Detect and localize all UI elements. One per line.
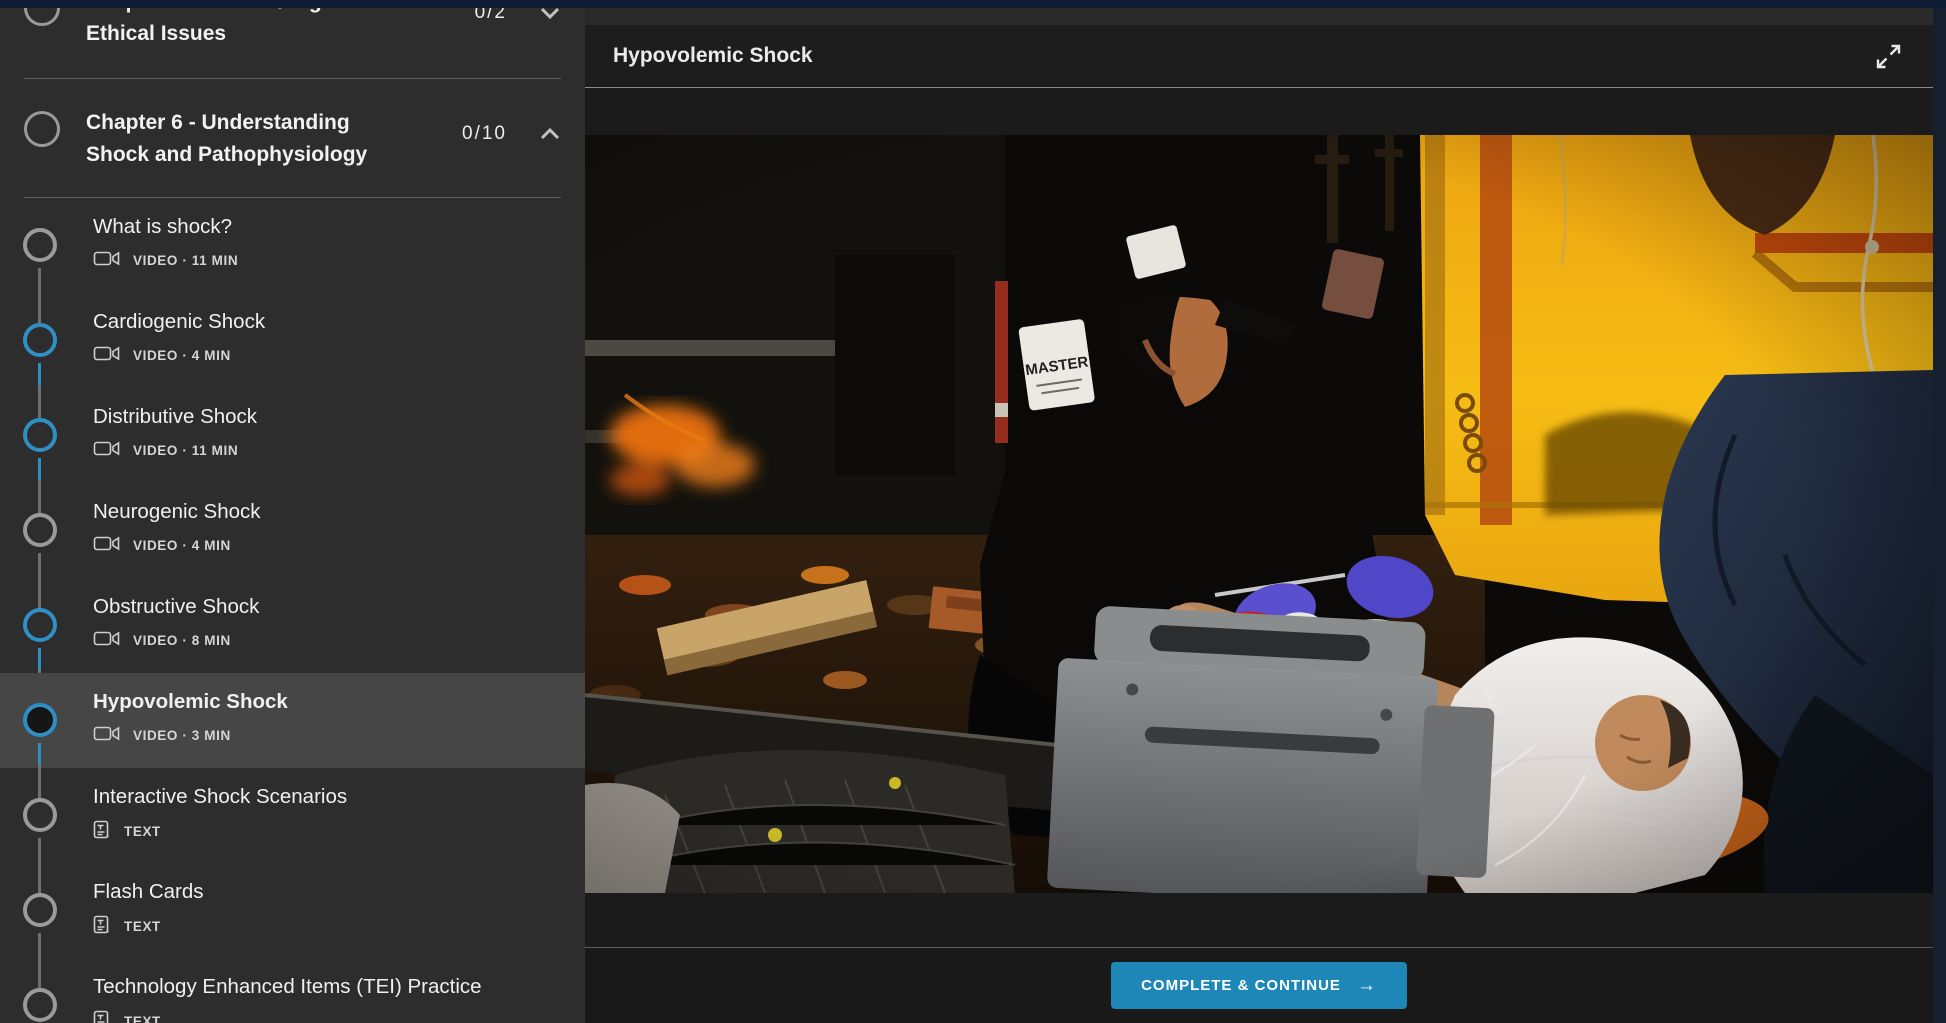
course-curriculum-sidebar: Chapter 4 - Medical/Legal and Ethical Is… xyxy=(0,8,585,1023)
lesson-row-distributive-shock[interactable]: Distributive Shock VIDEO · 11 MIN xyxy=(0,388,585,483)
lesson-title: Neurogenic Shock xyxy=(93,499,565,525)
chapter-title: Chapter 4 - Medical/Legal and Ethical Is… xyxy=(86,8,386,50)
lesson-type-duration: TEXT xyxy=(124,1014,161,1023)
lesson-type-duration: VIDEO · 4 MIN xyxy=(133,538,231,553)
lesson-header: Hypovolemic Shock xyxy=(585,25,1933,88)
lesson-status-circle xyxy=(23,228,57,262)
chapter-title: Chapter 6 - Understanding Shock and Path… xyxy=(86,107,386,171)
top-navy-bar xyxy=(0,0,1946,8)
lesson-row-neurogenic-shock[interactable]: Neurogenic Shock VIDEO · 4 MIN xyxy=(0,483,585,578)
chapter-progress-count: 0/10 xyxy=(462,123,507,145)
chevron-down-icon[interactable] xyxy=(539,8,561,20)
progress-connector-segment xyxy=(38,363,41,385)
video-letterbox: MASTER xyxy=(585,88,1933,947)
progress-connector-segment xyxy=(38,648,41,670)
lesson-type-duration: TEXT xyxy=(124,919,161,934)
lesson-row-what-is-shock[interactable]: What is shock? VIDEO · 11 MIN xyxy=(0,198,585,293)
lesson-title: Cardiogenic Shock xyxy=(93,309,565,335)
video-camera-icon xyxy=(93,535,120,555)
lesson-list: What is shock? VIDEO · 11 MIN Cardiogeni… xyxy=(0,198,585,1023)
lesson-panel: Hypovolemic Shock xyxy=(585,25,1933,1023)
lesson-status-circle xyxy=(23,798,57,832)
lesson-row-technology-enhanced-items-tei-practice[interactable]: Technology Enhanced Items (TEI) Practice… xyxy=(0,958,585,1023)
lesson-row-hypovolemic-shock[interactable]: Hypovolemic Shock VIDEO · 3 MIN xyxy=(0,673,585,768)
chapter-progress-circle xyxy=(24,111,60,147)
lesson-type-duration: VIDEO · 3 MIN xyxy=(133,728,231,743)
chapter-4-header[interactable]: Chapter 4 - Medical/Legal and Ethical Is… xyxy=(0,8,585,62)
lesson-status-circle xyxy=(23,893,57,927)
lesson-status-circle xyxy=(23,608,57,642)
video-camera-icon xyxy=(93,725,120,745)
lesson-status-circle xyxy=(23,513,57,547)
video-frame[interactable]: MASTER xyxy=(585,135,1933,893)
chapter-progress-count: 0/2 xyxy=(475,8,507,24)
lesson-title: What is shock? xyxy=(93,214,565,240)
lesson-status-circle xyxy=(23,703,57,737)
complete-continue-label: COMPLETE & CONTINUE xyxy=(1141,977,1341,994)
video-camera-icon xyxy=(93,440,120,460)
lesson-type-duration: VIDEO · 11 MIN xyxy=(133,443,238,458)
lesson-title: Technology Enhanced Items (TEI) Practice xyxy=(93,974,565,1000)
lesson-row-cardiogenic-shock[interactable]: Cardiogenic Shock VIDEO · 4 MIN xyxy=(0,293,585,388)
video-camera-icon xyxy=(93,250,120,270)
video-still-illustration: MASTER xyxy=(585,135,1933,893)
lesson-footer: COMPLETE & CONTINUE → xyxy=(585,947,1933,1023)
lesson-row-flash-cards[interactable]: Flash Cards TEXT xyxy=(0,863,585,958)
lesson-title: Obstructive Shock xyxy=(93,594,565,620)
page-right-margin xyxy=(1933,8,1946,1023)
sidebar-divider xyxy=(24,78,561,79)
lesson-content-area: Hypovolemic Shock xyxy=(585,8,1933,1023)
lesson-type-duration: VIDEO · 11 MIN xyxy=(133,253,238,268)
lesson-status-circle xyxy=(23,988,57,1022)
expand-arrows-icon xyxy=(1875,43,1902,70)
video-camera-icon xyxy=(93,630,120,650)
page-title: Hypovolemic Shock xyxy=(613,44,813,68)
progress-connector-segment xyxy=(38,458,41,480)
video-camera-icon xyxy=(93,345,120,365)
lesson-status-circle xyxy=(23,323,57,357)
chapter-progress-circle xyxy=(24,8,60,26)
text-lesson-icon xyxy=(93,1010,111,1023)
text-lesson-icon xyxy=(93,915,111,938)
chevron-up-icon[interactable] xyxy=(539,127,561,141)
progress-connector-segment xyxy=(38,743,41,765)
lesson-status-circle xyxy=(23,418,57,452)
lesson-type-duration: TEXT xyxy=(124,824,161,839)
lesson-title: Distributive Shock xyxy=(93,404,565,430)
text-lesson-icon xyxy=(93,820,111,843)
lesson-title: Flash Cards xyxy=(93,879,565,905)
lesson-type-duration: VIDEO · 4 MIN xyxy=(133,348,231,363)
lesson-title: Interactive Shock Scenarios xyxy=(93,784,565,810)
lesson-type-duration: VIDEO · 8 MIN xyxy=(133,633,231,648)
arrow-right-icon: → xyxy=(1357,979,1377,993)
expand-fullscreen-button[interactable] xyxy=(1871,39,1905,73)
complete-continue-button[interactable]: COMPLETE & CONTINUE → xyxy=(1111,962,1407,1009)
lesson-title: Hypovolemic Shock xyxy=(93,689,565,715)
chapter-6-header[interactable]: Chapter 6 - Understanding Shock and Path… xyxy=(0,95,585,183)
lesson-row-obstructive-shock[interactable]: Obstructive Shock VIDEO · 8 MIN xyxy=(0,578,585,673)
lesson-row-interactive-shock-scenarios[interactable]: Interactive Shock Scenarios TEXT xyxy=(0,768,585,863)
